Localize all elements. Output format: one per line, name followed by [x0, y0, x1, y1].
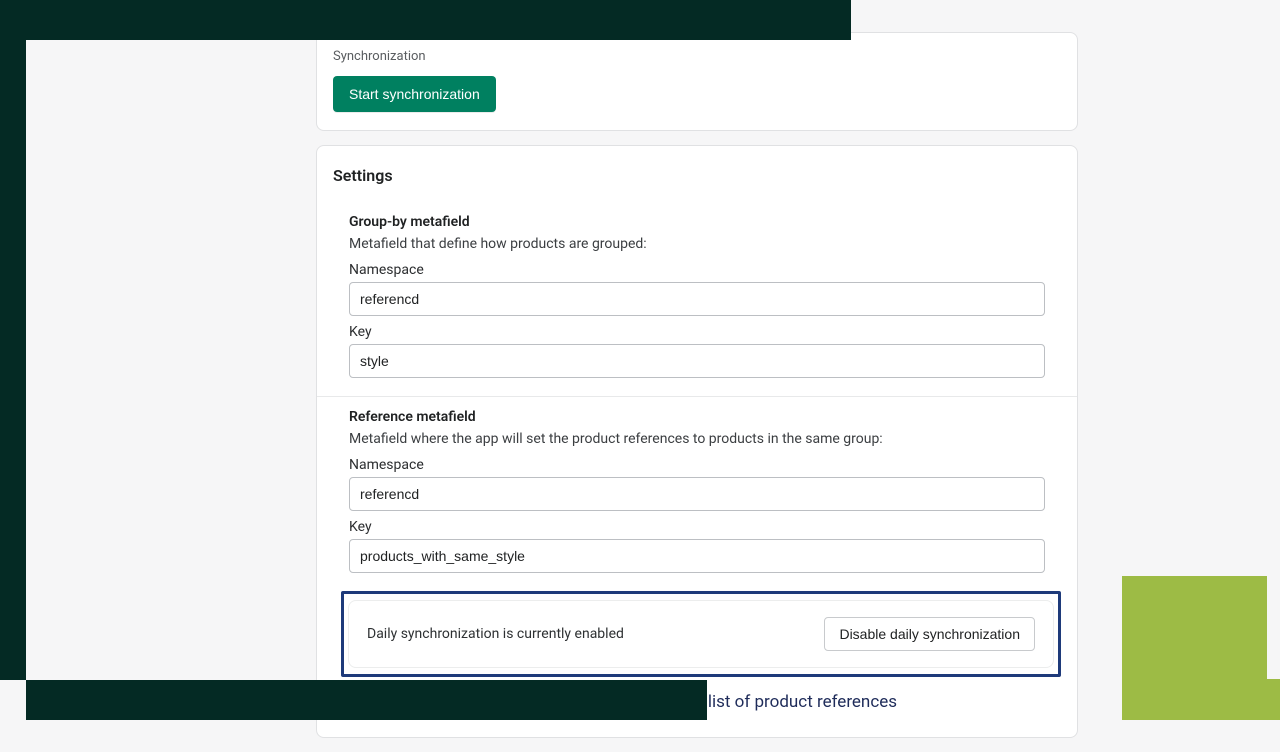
- group-by-key-input[interactable]: [349, 344, 1045, 378]
- reference-key-input[interactable]: [349, 539, 1045, 573]
- group-by-section: Group-by metafield Metafield that define…: [317, 201, 1077, 396]
- green-decoration-1: [1122, 576, 1267, 680]
- group-by-namespace-input[interactable]: [349, 282, 1045, 316]
- left-decoration-strip: [0, 0, 26, 680]
- reference-namespace-label: Namespace: [349, 457, 1045, 473]
- daily-sync-row: Daily synchronization is currently enabl…: [348, 600, 1054, 668]
- group-by-description: Metafield that define how products are g…: [349, 236, 1045, 252]
- settings-heading: Settings: [317, 162, 1077, 201]
- daily-sync-highlight: Daily synchronization is currently enabl…: [341, 591, 1061, 677]
- group-by-namespace-label: Namespace: [349, 262, 1045, 278]
- daily-sync-status-text: Daily synchronization is currently enabl…: [367, 626, 624, 642]
- green-decoration-2: [1122, 679, 1280, 720]
- bottom-decoration-bar: [26, 680, 707, 720]
- group-by-key-label: Key: [349, 324, 1045, 340]
- reference-namespace-input[interactable]: [349, 477, 1045, 511]
- settings-card: Settings Group-by metafield Metafield th…: [316, 145, 1078, 738]
- reference-key-label: Key: [349, 519, 1045, 535]
- synchronization-card: Synchronization Start synchronization: [316, 32, 1078, 131]
- reference-title: Reference metafield: [349, 409, 1045, 425]
- group-by-title: Group-by metafield: [349, 214, 1045, 230]
- disable-daily-sync-button[interactable]: Disable daily synchronization: [824, 617, 1035, 651]
- top-decoration-bar: [26, 0, 851, 40]
- reference-section: Reference metafield Metafield where the …: [317, 396, 1077, 591]
- reference-description: Metafield where the app will set the pro…: [349, 431, 1045, 447]
- synchronization-label: Synchronization: [333, 49, 1061, 64]
- start-synchronization-button[interactable]: Start synchronization: [333, 76, 496, 112]
